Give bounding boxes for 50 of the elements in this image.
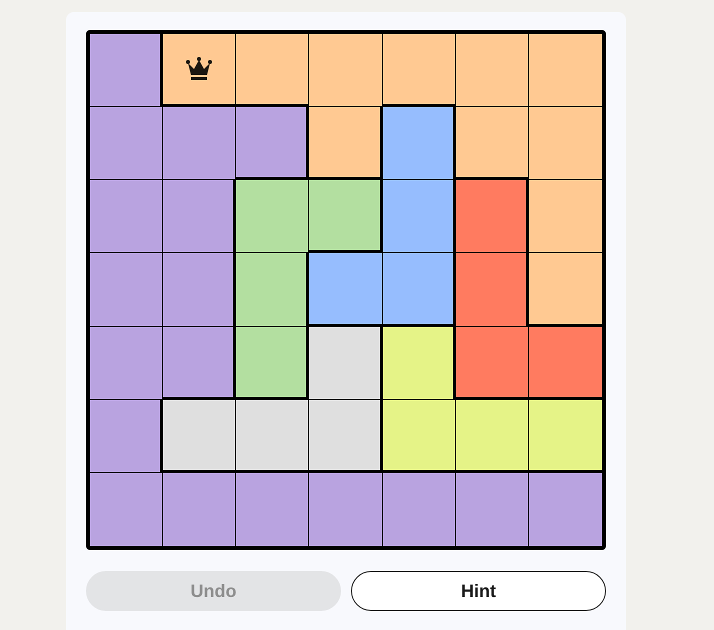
board-cell[interactable]: [90, 253, 164, 327]
board-cell[interactable]: [236, 472, 310, 546]
board-cell[interactable]: [382, 472, 456, 546]
board-cell[interactable]: [163, 326, 236, 400]
board-cell[interactable]: [90, 326, 164, 400]
board-cell[interactable]: [236, 180, 310, 254]
board-cell[interactable]: [90, 180, 164, 254]
hint-button[interactable]: Hint: [351, 571, 606, 611]
board-cell[interactable]: [163, 34, 236, 108]
board-cell[interactable]: [163, 107, 236, 180]
board-cell[interactable]: [163, 180, 236, 254]
board-cell[interactable]: [528, 472, 602, 546]
board-cell[interactable]: [90, 34, 164, 108]
board-cell[interactable]: [382, 34, 456, 108]
board-cell[interactable]: [528, 326, 602, 400]
board-cell[interactable]: [456, 472, 529, 546]
board-cell[interactable]: [456, 107, 529, 180]
board-cell[interactable]: [309, 34, 383, 108]
board-cell[interactable]: [382, 326, 456, 400]
board-cell[interactable]: [456, 253, 529, 327]
board-cell[interactable]: [236, 400, 310, 473]
board-cell[interactable]: [163, 400, 236, 473]
board-cell[interactable]: [236, 326, 310, 400]
board-cell[interactable]: [309, 107, 383, 180]
board-cell[interactable]: [236, 253, 310, 327]
board-cell[interactable]: [456, 326, 529, 400]
board-cell[interactable]: [456, 400, 529, 473]
board-cell[interactable]: [456, 34, 529, 108]
board-cell[interactable]: [236, 34, 310, 108]
board-cell[interactable]: [163, 253, 236, 327]
board-cell[interactable]: [382, 180, 456, 254]
board-cell[interactable]: [163, 472, 236, 546]
board-cell[interactable]: [90, 400, 164, 473]
board-cell[interactable]: [456, 180, 529, 254]
board-cell[interactable]: [309, 326, 383, 400]
board-cell[interactable]: [528, 400, 602, 473]
board-cell[interactable]: [382, 107, 456, 180]
board-cell[interactable]: [90, 472, 164, 546]
board-cell[interactable]: [528, 253, 602, 327]
board-cell[interactable]: [382, 400, 456, 473]
board-cell[interactable]: [528, 180, 602, 254]
board-cell[interactable]: [528, 107, 602, 180]
board-cell[interactable]: [90, 107, 164, 180]
board-cell[interactable]: [309, 180, 383, 254]
board-cell[interactable]: [382, 253, 456, 327]
board-cell[interactable]: [236, 107, 310, 180]
board-cell[interactable]: [528, 34, 602, 108]
board-cell[interactable]: [309, 472, 383, 546]
board-cell[interactable]: [309, 253, 383, 327]
board-cell[interactable]: [309, 400, 383, 473]
